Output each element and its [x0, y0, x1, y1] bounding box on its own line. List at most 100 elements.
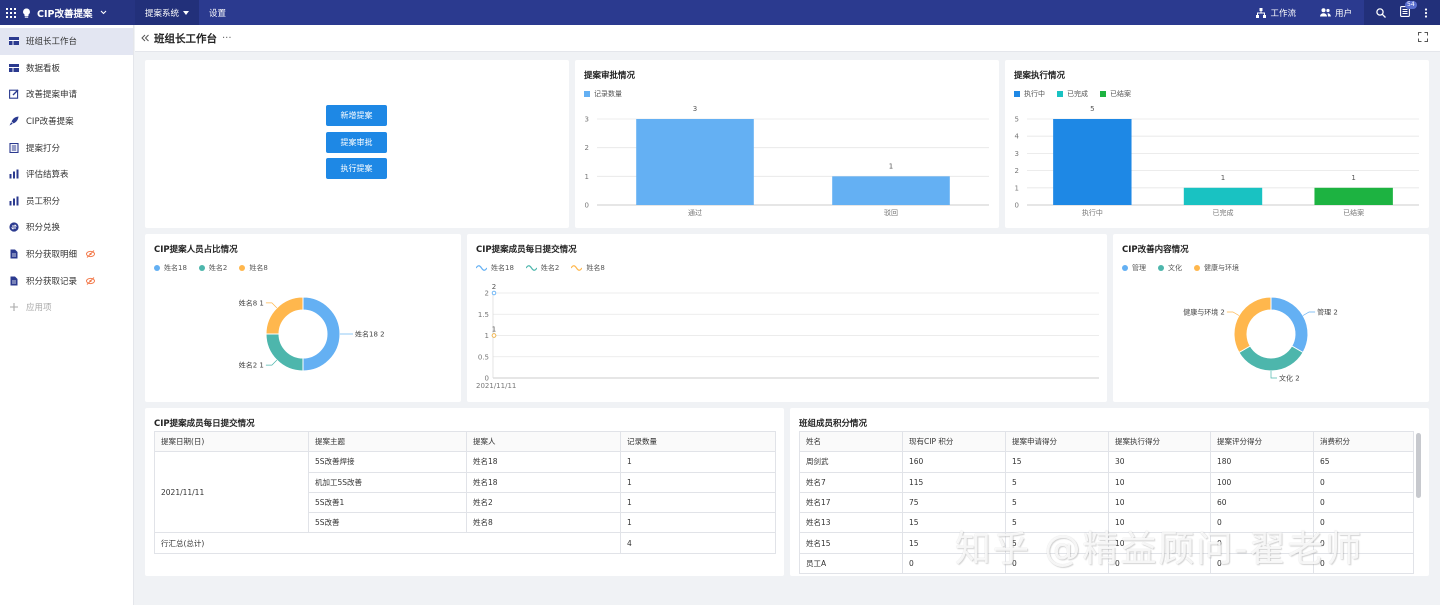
sidebar-item-points-exchange[interactable]: 积分兑换 [0, 214, 133, 241]
menu-proposal-system[interactable]: 提案系统 [135, 0, 200, 25]
column-header[interactable]: 现有CIP 积分 [902, 430, 1006, 453]
x-tick-label: 驳回 [884, 209, 898, 217]
table-row: 姓名13 15 5 10 0 0 [799, 512, 1414, 534]
column-header[interactable]: 提案执行得分 [1108, 430, 1211, 453]
chevron-down-icon[interactable] [100, 10, 107, 15]
column-header[interactable]: 消费积分 [1313, 430, 1414, 453]
bar [1314, 187, 1393, 205]
y-tick-label: 1 [585, 173, 589, 181]
fullscreen-icon[interactable] [1418, 32, 1428, 42]
user-link[interactable]: 用户 [1308, 7, 1364, 19]
column-header[interactable]: 提案主题 [308, 430, 467, 453]
execution-bar-chart: 0 1 2 3 4 5 5 执行中 1 已完成 1 已结案 [1015, 105, 1419, 217]
column-header[interactable]: 提案申请得分 [1005, 430, 1109, 453]
app-name: CIP改善提案 [37, 8, 93, 20]
y-tick-label: 1 [485, 332, 489, 340]
sidebar-item-employee-points[interactable]: 员工积分 [0, 188, 133, 215]
execute-proposal-button[interactable]: 执行提案 [326, 158, 387, 179]
daily-submission-chart-card: CIP提案成员每日提交情况 姓名18 姓名2 姓名8 0 0.5 1 1.5 2 2021… [467, 234, 1107, 402]
data-label: 1 [1351, 174, 1355, 182]
sidebar-item-proposal-apply[interactable]: 改善提案申请 [0, 81, 133, 108]
pie-slice [1270, 296, 1309, 354]
table-cell: 5 [1005, 532, 1109, 554]
table-cell: 60 [1210, 491, 1314, 514]
table-cell: 10 [1108, 512, 1211, 534]
edit-icon [9, 90, 19, 100]
sidebar-item-data-board[interactable]: 数据看板 [0, 55, 133, 82]
team-points-table-card: 班组成员积分情况 姓名 现有CIP 积分 提案申请得分 提案执行得分 提案评分得… [790, 408, 1429, 576]
table-cell: 5S改善 [308, 512, 467, 534]
pie-slice [1233, 296, 1272, 354]
workflow-label: 工作流 [1270, 8, 1296, 19]
page-title: 班组长工作台 [154, 32, 217, 45]
slice-label: 管理 2 [1317, 308, 1338, 317]
bar [636, 119, 754, 205]
table-cell: 15 [1005, 451, 1109, 473]
daily-submission-table: 提案日期(日) 提案主题 提案人 记录数量 2021/11/11 5S改善焊接 … [154, 430, 776, 554]
sidebar-item-cip-proposal[interactable]: CIP改善提案 [0, 108, 133, 135]
slice-label-line [1226, 311, 1240, 316]
data-label: 1 [1221, 174, 1225, 182]
column-header[interactable]: 提案人 [466, 430, 621, 453]
table-scrollbar[interactable] [1416, 433, 1421, 498]
sidebar-item-points-detail[interactable]: 积分获取明细 [0, 241, 133, 268]
sidebar-item-points-records[interactable]: 积分获取记录 [0, 267, 133, 294]
data-label: 1 [889, 162, 893, 170]
table-cell: 1 [620, 512, 776, 534]
column-header[interactable]: 提案评分得分 [1210, 430, 1314, 453]
line-point [491, 290, 497, 296]
rocket-icon [9, 116, 19, 126]
top-navigation-bar: CIP改善提案 提案系统 设置 工作流 用户 54 [0, 0, 1440, 25]
sidebar-item-label: 积分兑换 [26, 223, 61, 234]
bar [1183, 187, 1263, 205]
app-switcher[interactable]: CIP改善提案 [0, 0, 135, 25]
more-options-icon[interactable]: ··· [222, 33, 232, 44]
member-ratio-card: CIP提案人员占比情况 姓名18 姓名2 姓名8 姓名18 2 姓名2 1 姓名8 … [145, 234, 461, 402]
sidebar-item-label: 积分获取记录 [26, 276, 78, 287]
dashboard-icon [9, 37, 19, 46]
bar-chart-icon [9, 196, 19, 206]
table-cell: 姓名15 [799, 532, 903, 554]
notifications[interactable]: 54 [1400, 0, 1417, 20]
table-cell: 0 [1313, 512, 1414, 534]
table-cell: 5S改善焊接 [308, 451, 467, 473]
column-header[interactable]: 记录数量 [620, 430, 776, 453]
column-header[interactable]: 姓名 [799, 430, 903, 453]
table-cell: 0 [1313, 471, 1414, 493]
table-cell: 姓名7 [799, 471, 903, 493]
table-cell: 5 [1005, 491, 1109, 514]
table-cell: 15 [902, 512, 1006, 534]
users-icon [1319, 8, 1331, 17]
data-label: 1 [492, 326, 496, 334]
more-vertical-icon[interactable] [1424, 7, 1428, 18]
approval-chart-card: 提案审批情况 记录数量 0 1 2 3 3 通过 1 驳回 [575, 60, 999, 228]
sidebar-item-team-leader-workbench[interactable]: 班组长工作台 [0, 28, 133, 55]
table-cell: 0 [1005, 552, 1109, 575]
table-cell-total-label: 行汇总(总计) [154, 532, 621, 554]
y-tick-label: 2 [585, 144, 589, 152]
sidebar-item-app-items[interactable]: 应用项 [0, 294, 133, 321]
search-icon[interactable] [1376, 7, 1386, 18]
data-label: 2 [492, 283, 496, 291]
collapse-sidebar-icon[interactable] [141, 34, 149, 42]
apps-grid-icon[interactable] [6, 7, 16, 18]
table-cell: 1 [620, 471, 776, 493]
sidebar-item-label: 数据看板 [26, 63, 61, 74]
menu-settings[interactable]: 设置 [199, 0, 236, 25]
sidebar-item-label: 改善提案申请 [26, 90, 78, 101]
file-icon [10, 276, 18, 286]
column-header[interactable]: 提案日期(日) [154, 430, 309, 453]
table-row: 周剑武 160 15 30 180 65 [799, 451, 1414, 473]
dashboard-icon [9, 63, 19, 72]
table-cell: 5S改善1 [308, 491, 467, 514]
sidebar-item-evaluation-settlement[interactable]: 评估结算表 [0, 161, 133, 188]
table-cell: 0 [1313, 491, 1414, 514]
y-tick-label: 4 [1015, 133, 1020, 141]
y-tick-label: 0 [1015, 202, 1019, 210]
table-cell: 75 [902, 491, 1006, 514]
table-cell: 姓名18 [466, 451, 621, 473]
sidebar-item-proposal-scoring[interactable]: 提案打分 [0, 134, 133, 161]
approve-proposal-button[interactable]: 提案审批 [326, 132, 387, 153]
workflow-link[interactable]: 工作流 [1244, 7, 1308, 19]
new-proposal-button[interactable]: 新增提案 [326, 105, 387, 126]
